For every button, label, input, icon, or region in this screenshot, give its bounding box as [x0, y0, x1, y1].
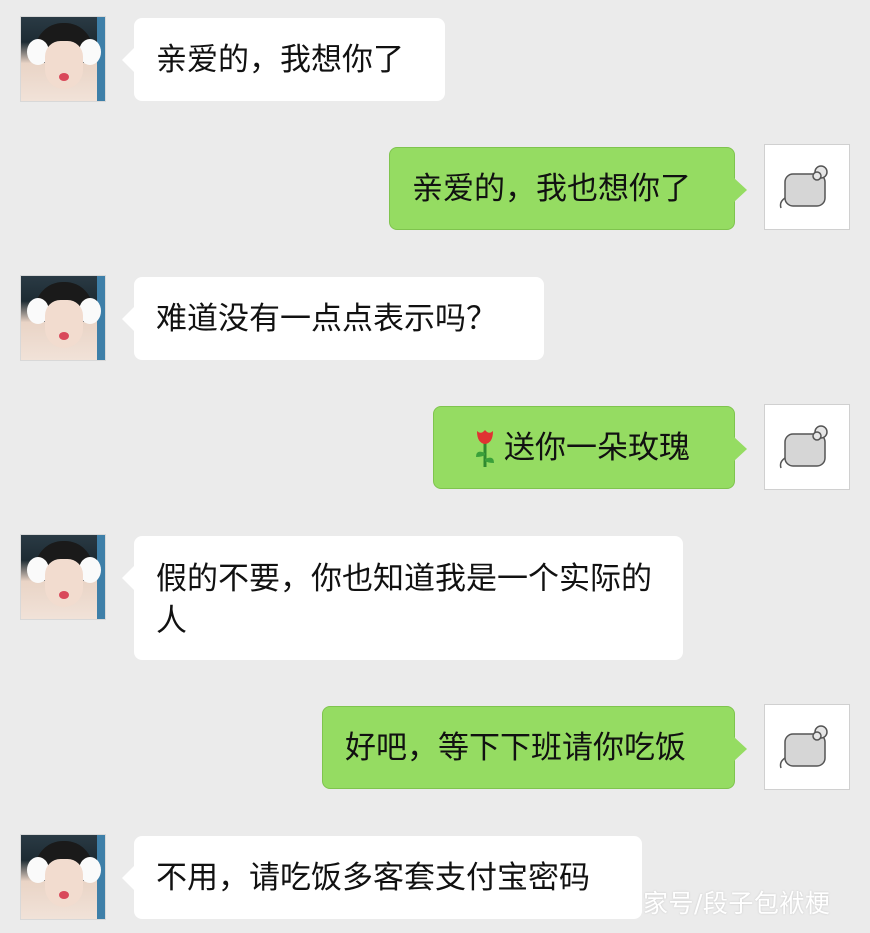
message-bubble[interactable]: 好吧，等下下班请你吃饭: [322, 706, 747, 789]
message-text: 好吧，等下下班请你吃饭: [345, 729, 686, 766]
message-text: 假的不要，你也知道我是一个实际的人: [156, 561, 652, 639]
message-bubble[interactable]: 送你一朵玫瑰: [433, 406, 747, 489]
message-text: 不用，请吃饭多客套支付宝密码: [156, 859, 590, 896]
message-text: 送你一朵玫瑰: [504, 429, 690, 466]
contact-avatar[interactable]: [20, 16, 106, 102]
contact-avatar[interactable]: [20, 534, 106, 620]
my-avatar[interactable]: [764, 144, 850, 230]
watermark-text: 家号/段子包袱梗: [643, 889, 831, 918]
message-text: 亲爱的，我想你了: [156, 41, 404, 78]
mouse-doodle-icon: [779, 725, 828, 769]
message-bubble[interactable]: 不用，请吃饭多客套支付宝密码: [122, 836, 642, 919]
message-bubble[interactable]: 假的不要，你也知道我是一个实际的人: [122, 536, 683, 660]
my-avatar[interactable]: [764, 704, 850, 790]
rose-icon: [476, 429, 494, 467]
message-bubble[interactable]: 亲爱的，我想你了: [122, 18, 445, 101]
mouse-doodle-icon: [779, 425, 828, 469]
message-bubble[interactable]: 难道没有一点点表示吗？: [122, 277, 544, 360]
my-avatar[interactable]: [764, 404, 850, 490]
message-bubble[interactable]: 亲爱的，我也想你了: [389, 147, 747, 230]
message-text: 难道没有一点点表示吗？: [156, 300, 497, 337]
message-text: 亲爱的，我也想你了: [412, 170, 691, 207]
contact-avatar[interactable]: [20, 834, 106, 920]
mouse-doodle-icon: [779, 165, 828, 209]
contact-avatar[interactable]: [20, 275, 106, 361]
